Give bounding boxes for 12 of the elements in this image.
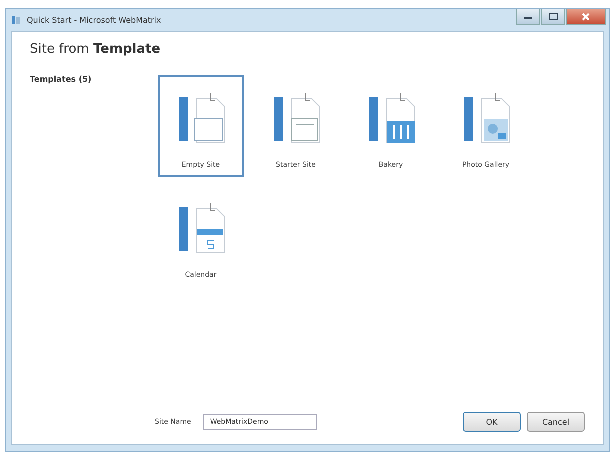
minimize-icon (524, 14, 532, 18)
maximize-icon (548, 13, 558, 20)
templates-label: Templates (5) (30, 75, 92, 84)
dialog-heading: Site from Template (30, 42, 162, 57)
close-icon (582, 12, 590, 20)
window-title: Quick Start - Microsoft WebMatrix (27, 16, 162, 24)
minimize-button[interactable] (516, 9, 540, 25)
app-icon (11, 15, 21, 25)
maximize-button[interactable] (541, 9, 565, 25)
cancel-button[interactable]: Cancel (527, 412, 585, 432)
ok-button[interactable]: OK (463, 412, 521, 432)
close-button[interactable] (566, 9, 606, 25)
